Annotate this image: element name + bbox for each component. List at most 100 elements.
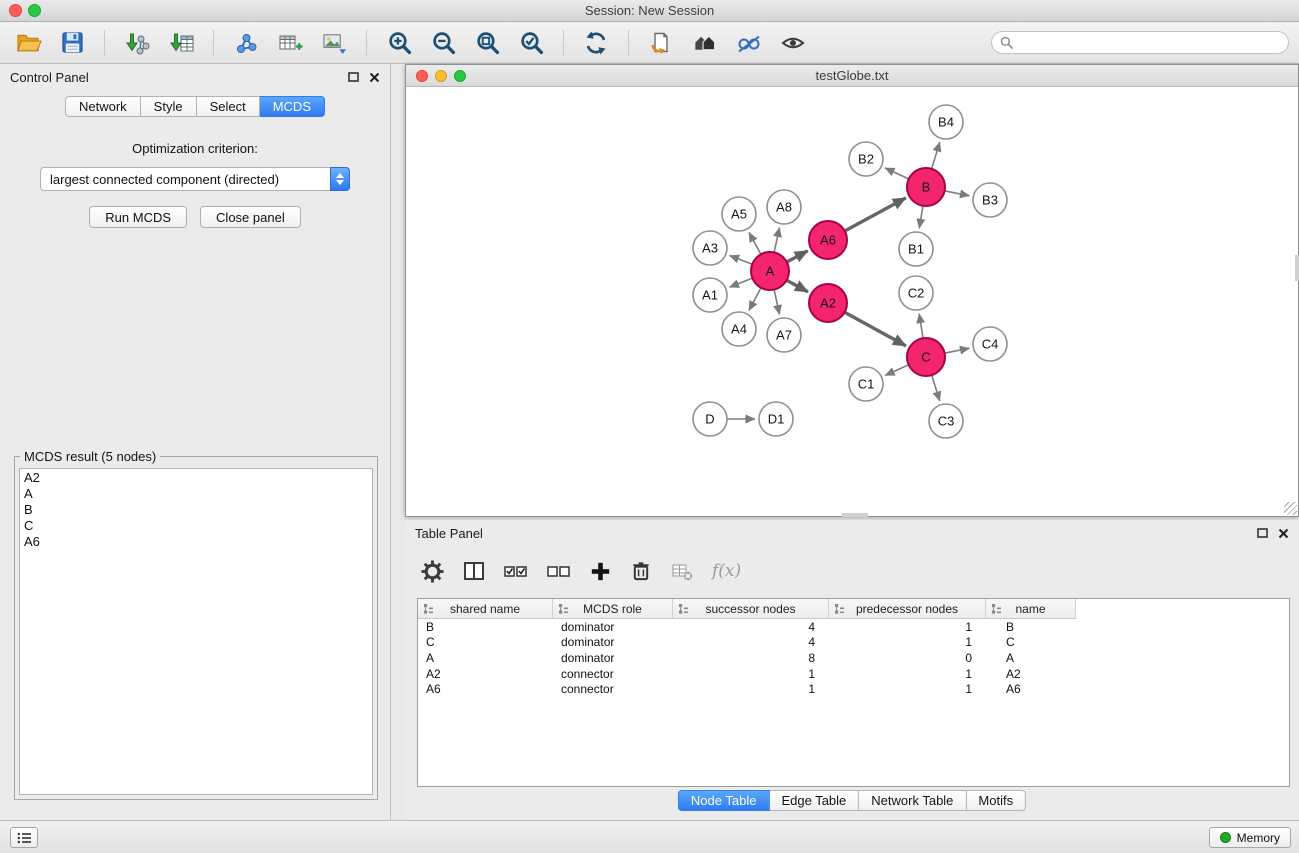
- table-row[interactable]: A6connector11A6: [418, 681, 1289, 697]
- edge-A-A8[interactable]: [774, 228, 779, 253]
- table-row[interactable]: Bdominator41B: [418, 619, 1289, 635]
- tab-network[interactable]: Network: [65, 96, 141, 117]
- select-all-rows-button[interactable]: [504, 557, 528, 585]
- tab-mcds[interactable]: MCDS: [260, 96, 325, 117]
- table-cell[interactable]: 1: [673, 666, 829, 682]
- node-C2[interactable]: C2: [899, 276, 933, 310]
- table-cell[interactable]: 4: [673, 635, 829, 651]
- zoom-out-button[interactable]: [425, 26, 461, 60]
- window-resize-grip[interactable]: [1284, 502, 1297, 515]
- edge-B-B4[interactable]: [932, 142, 940, 169]
- column-header-shared-name[interactable]: shared name: [418, 599, 553, 619]
- show-graphics-details-button[interactable]: [775, 26, 811, 60]
- table-settings-button[interactable]: [421, 557, 444, 585]
- tab-motifs[interactable]: Motifs: [966, 790, 1026, 811]
- criterion-dropdown[interactable]: largest connected component (directed): [40, 167, 350, 191]
- node-A3[interactable]: A3: [693, 231, 727, 265]
- float-panel-icon[interactable]: [348, 72, 359, 82]
- table-row[interactable]: Adominator80A: [418, 650, 1289, 666]
- edge-C-C4[interactable]: [945, 348, 970, 353]
- close-panel-icon[interactable]: [1278, 528, 1289, 539]
- zoom-fit-button[interactable]: [469, 26, 505, 60]
- edge-B-B2[interactable]: [885, 168, 909, 179]
- column-header-MCDS-role[interactable]: MCDS role: [553, 599, 673, 619]
- node-D1[interactable]: D1: [759, 402, 793, 436]
- table-cell[interactable]: A2: [986, 666, 1076, 682]
- table-cell[interactable]: dominator: [553, 650, 673, 666]
- node-B3[interactable]: B3: [973, 183, 1007, 217]
- table-cell[interactable]: C: [986, 635, 1076, 651]
- table-cell[interactable]: A2: [418, 666, 553, 682]
- table-cell[interactable]: B: [986, 619, 1076, 635]
- search-input[interactable]: [1018, 35, 1280, 50]
- export-image-button[interactable]: [316, 26, 352, 60]
- table-cell[interactable]: A6: [986, 681, 1076, 697]
- table-row[interactable]: Cdominator41C: [418, 635, 1289, 651]
- delete-row-button[interactable]: [630, 557, 652, 585]
- save-session-button[interactable]: [54, 26, 90, 60]
- column-header-successor-nodes[interactable]: successor nodes: [673, 599, 829, 619]
- table-cell[interactable]: connector: [553, 681, 673, 697]
- show-columns-button[interactable]: [463, 557, 485, 585]
- new-table-button[interactable]: [272, 26, 308, 60]
- table-row[interactable]: A2connector11A2: [418, 666, 1289, 682]
- network-canvas[interactable]: B4B2BB3A8A5A6B1A3AC2A1A2A4A7C4CC1C3DD1: [406, 88, 1298, 516]
- hide-graphics-details-button[interactable]: [731, 26, 767, 60]
- reload-document-button[interactable]: [643, 26, 679, 60]
- table-cell[interactable]: C: [418, 635, 553, 651]
- result-item[interactable]: A: [20, 486, 372, 502]
- edge-A-A4[interactable]: [749, 288, 761, 311]
- zoom-in-button[interactable]: [381, 26, 417, 60]
- table-cell[interactable]: B: [418, 619, 553, 635]
- vertical-splitter-handle[interactable]: [1295, 255, 1299, 281]
- node-A5[interactable]: A5: [722, 197, 756, 231]
- tab-style[interactable]: Style: [141, 96, 197, 117]
- tab-edge-table[interactable]: Edge Table: [769, 790, 859, 811]
- edge-A-A5[interactable]: [749, 232, 761, 254]
- import-table-button[interactable]: [163, 26, 199, 60]
- edge-A-A7[interactable]: [774, 290, 779, 315]
- edge-A6-B[interactable]: [845, 198, 906, 231]
- table-cell[interactable]: 1: [829, 681, 986, 697]
- node-A7[interactable]: A7: [767, 318, 801, 352]
- node-A[interactable]: A: [751, 252, 789, 290]
- close-panel-button[interactable]: Close panel: [200, 206, 301, 228]
- edge-A-A2[interactable]: [787, 280, 808, 292]
- edge-C-C2[interactable]: [919, 314, 923, 339]
- edge-C-C1[interactable]: [885, 365, 909, 376]
- table-cell[interactable]: A: [986, 650, 1076, 666]
- node-D[interactable]: D: [693, 402, 727, 436]
- node-B4[interactable]: B4: [929, 105, 963, 139]
- result-item[interactable]: B: [20, 502, 372, 518]
- table-cell[interactable]: 1: [829, 666, 986, 682]
- edge-A-A3[interactable]: [730, 256, 753, 265]
- table-cell[interactable]: A6: [418, 681, 553, 697]
- memory-button[interactable]: Memory: [1209, 827, 1291, 848]
- import-network-button[interactable]: [119, 26, 155, 60]
- table-cell[interactable]: 1: [829, 635, 986, 651]
- search-field[interactable]: [991, 31, 1289, 54]
- node-A4[interactable]: A4: [722, 312, 756, 346]
- table-cell[interactable]: 4: [673, 619, 829, 635]
- table-cell[interactable]: 1: [673, 681, 829, 697]
- result-item[interactable]: A2: [20, 470, 372, 486]
- refresh-view-button[interactable]: [578, 26, 614, 60]
- table-cell[interactable]: 8: [673, 650, 829, 666]
- open-session-button[interactable]: [10, 26, 46, 60]
- minimize-network-window-button[interactable]: [435, 70, 447, 82]
- home-views-button[interactable]: [687, 26, 723, 60]
- delete-table-button[interactable]: [671, 557, 693, 585]
- node-C4[interactable]: C4: [973, 327, 1007, 361]
- add-row-button[interactable]: [590, 557, 611, 585]
- node-A2[interactable]: A2: [809, 284, 847, 322]
- float-panel-icon[interactable]: [1257, 528, 1268, 538]
- table-cell[interactable]: 0: [829, 650, 986, 666]
- close-network-window-button[interactable]: [416, 70, 428, 82]
- result-item[interactable]: C: [20, 518, 372, 534]
- function-builder-button[interactable]: f(x): [712, 557, 741, 585]
- node-B1[interactable]: B1: [899, 232, 933, 266]
- edge-A-A6[interactable]: [787, 251, 808, 262]
- network-window-titlebar[interactable]: testGlobe.txt: [406, 65, 1298, 87]
- run-mcds-button[interactable]: Run MCDS: [89, 206, 187, 228]
- node-C1[interactable]: C1: [849, 367, 883, 401]
